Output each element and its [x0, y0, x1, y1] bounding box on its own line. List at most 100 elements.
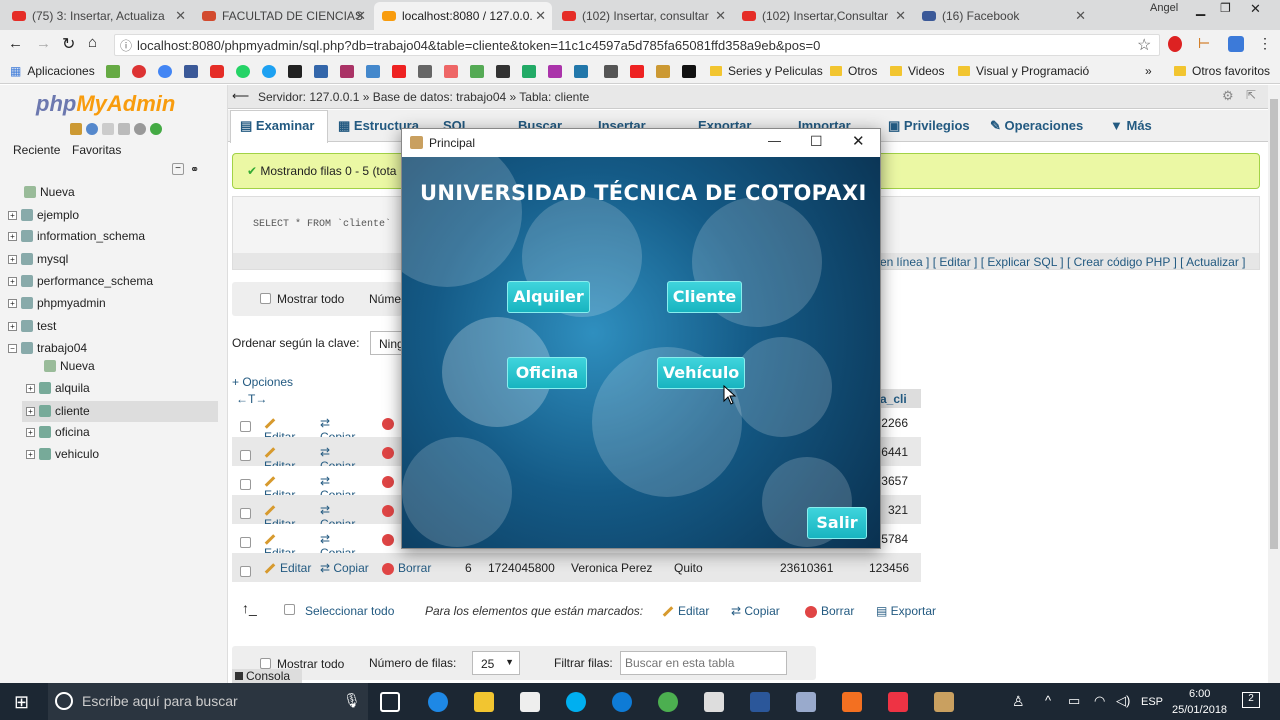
close-icon[interactable]: ✕	[895, 8, 906, 24]
browser-tab-2[interactable]: FACULTAD DE CIENCIAS ✕	[194, 2, 372, 30]
bookmark-icon[interactable]	[496, 65, 510, 78]
bookmark-apps[interactable]: ▦ Aplicaciones	[10, 64, 95, 78]
column-resize-icon[interactable]: ←T→	[236, 392, 267, 406]
gear-icon[interactable]: ⚙	[1222, 88, 1234, 104]
extension-icon[interactable]: ⊢	[1198, 35, 1210, 52]
tab-reciente[interactable]: Reciente	[13, 143, 60, 157]
clock-date[interactable]: 25/01/2018	[1172, 704, 1227, 716]
tab-examinar[interactable]: ▤ Examinar	[240, 118, 314, 134]
extension-new-icon[interactable]	[1228, 36, 1244, 52]
clock-time[interactable]: 6:00	[1189, 688, 1210, 700]
close-icon[interactable]: ✕	[1075, 8, 1086, 24]
close-icon[interactable]: ✕	[852, 132, 865, 150]
expand-icon[interactable]: +	[8, 210, 17, 220]
edit-link[interactable]: Editar	[264, 561, 311, 575]
home-icon[interactable]	[70, 123, 82, 135]
minimize-icon[interactable]: —	[768, 133, 781, 148]
tree-item-mysql[interactable]: + mysql	[8, 252, 68, 266]
wifi-icon[interactable]: ◠	[1094, 693, 1105, 709]
sql-links[interactable]: en línea ] [ Editar ] [ Explicar SQL ] […	[880, 255, 1246, 269]
tree-item-alquila[interactable]: + alquila	[26, 381, 90, 395]
tab-mas[interactable]: ▼ Más	[1110, 118, 1152, 133]
page-scrollbar[interactable]	[1268, 85, 1280, 683]
bookmark-icon[interactable]	[522, 65, 536, 78]
tree-item-phpmyadmin[interactable]: + phpmyadmin	[8, 296, 106, 310]
menu-icon[interactable]: ⋮	[1258, 35, 1272, 52]
pma-logo[interactable]: phpMyAdmin	[36, 91, 175, 117]
maximize-icon[interactable]: ❐	[1220, 1, 1231, 15]
bookmark-icon[interactable]	[392, 65, 406, 78]
tree-item-performance-schema[interactable]: + performance_schema	[8, 274, 153, 288]
forward-icon[interactable]: →	[36, 35, 51, 52]
windows-start-icon[interactable]: ⊞	[14, 692, 29, 713]
reload-icon[interactable]: ↻	[62, 34, 75, 54]
sql-query[interactable]: SELECT * FROM `cliente`	[253, 219, 391, 230]
tree-item-nueva[interactable]: Nueva	[24, 185, 75, 199]
logout-icon[interactable]	[86, 123, 98, 135]
taskbar-search[interactable]: Escribe aquí para buscar	[48, 683, 368, 720]
home-icon[interactable]: ⌂	[88, 34, 97, 51]
bookmark-icon[interactable]	[314, 65, 328, 78]
browser-tab-3[interactable]: localhost:8080 / 127.0.0. ✕	[374, 2, 552, 30]
docs-icon[interactable]	[102, 123, 114, 135]
bookmark-icon[interactable]	[630, 65, 644, 78]
bookmark-folder-visual[interactable]: Visual y Programació	[958, 64, 1089, 78]
tree-item-information-schema[interactable]: + information_schema	[8, 229, 145, 243]
bookmark-icon[interactable]	[548, 65, 562, 78]
tab-favoritas[interactable]: Favoritas	[72, 143, 121, 157]
collapse-icon[interactable]: −	[172, 163, 184, 175]
docs-icon[interactable]	[118, 123, 130, 135]
mail-icon[interactable]	[704, 692, 724, 712]
browser-tab-4[interactable]: (102) Insertar, consultar ✕	[554, 2, 732, 30]
expand-icon[interactable]: +	[26, 383, 35, 393]
twitter-icon[interactable]	[262, 65, 276, 78]
bulk-delete-button[interactable]: Borrar	[805, 604, 854, 618]
bookmark-icon[interactable]	[106, 65, 120, 78]
collapse-icon[interactable]: ⇱	[1246, 88, 1256, 102]
bookmark-folder-series[interactable]: Series y Peliculas	[710, 64, 823, 78]
whatsapp-icon[interactable]	[236, 65, 250, 78]
bookmark-icon[interactable]	[574, 65, 588, 78]
java-icon[interactable]	[934, 692, 954, 712]
profile-name[interactable]: Angel	[1150, 2, 1178, 14]
close-icon[interactable]: ✕	[535, 8, 546, 24]
select-all-link[interactable]: Seleccionar todo	[305, 604, 394, 618]
word-icon[interactable]	[750, 692, 770, 712]
google-icon[interactable]	[158, 65, 172, 78]
tree-item-test[interactable]: + test	[8, 319, 56, 333]
file-explorer-icon[interactable]	[474, 692, 494, 712]
bookmarks-more[interactable]: »	[1145, 64, 1152, 78]
cliente-button[interactable]: Cliente	[667, 281, 742, 313]
bookmark-icon[interactable]	[656, 65, 670, 78]
tree-item-ejemplo[interactable]: + ejemplo	[8, 208, 79, 222]
bookmark-icon[interactable]	[444, 65, 458, 78]
bulk-copy-button[interactable]: ⇄ Copiar	[731, 604, 780, 618]
store-icon[interactable]	[520, 692, 540, 712]
close-icon[interactable]: ✕	[175, 8, 186, 24]
star-icon[interactable]: ☆	[1137, 35, 1151, 55]
bulk-edit-button[interactable]: Editar	[662, 604, 709, 618]
gear-icon[interactable]	[134, 123, 146, 135]
back-icon[interactable]: ←	[8, 35, 23, 52]
facebook-icon[interactable]	[184, 65, 198, 78]
info-icon[interactable]: ⓘ	[120, 37, 132, 54]
collapse-icon[interactable]: −	[8, 343, 17, 353]
url-input[interactable]: localhost:8080/phpmyadmin/sql.php?db=tra…	[114, 34, 1160, 56]
browser-tab-5[interactable]: (102) Insertar,Consultar ✕	[734, 2, 912, 30]
bookmark-folder-otros[interactable]: Otros	[830, 64, 877, 78]
delete-link[interactable]: Borrar	[382, 561, 431, 575]
num-rows-select[interactable]: 25 ▼	[472, 651, 520, 675]
notifications-icon[interactable]: 2	[1242, 692, 1260, 708]
volume-icon[interactable]: ◁)	[1116, 693, 1130, 709]
expand-icon[interactable]: +	[8, 231, 17, 241]
bookmark-icon[interactable]	[418, 65, 432, 78]
tab-privilegios[interactable]: ▣ Privilegios	[888, 118, 970, 134]
battery-icon[interactable]: ▭	[1068, 693, 1080, 709]
youtube-icon[interactable]	[210, 65, 224, 78]
virtualbox-icon[interactable]	[796, 692, 816, 712]
language-indicator[interactable]: ESP	[1141, 696, 1163, 708]
show-all-checkbox-bottom[interactable]	[260, 658, 271, 669]
expand-icon[interactable]: +	[8, 276, 17, 286]
oficina-button[interactable]: Oficina	[507, 357, 587, 389]
tab-operaciones[interactable]: ✎ Operaciones	[990, 118, 1083, 134]
